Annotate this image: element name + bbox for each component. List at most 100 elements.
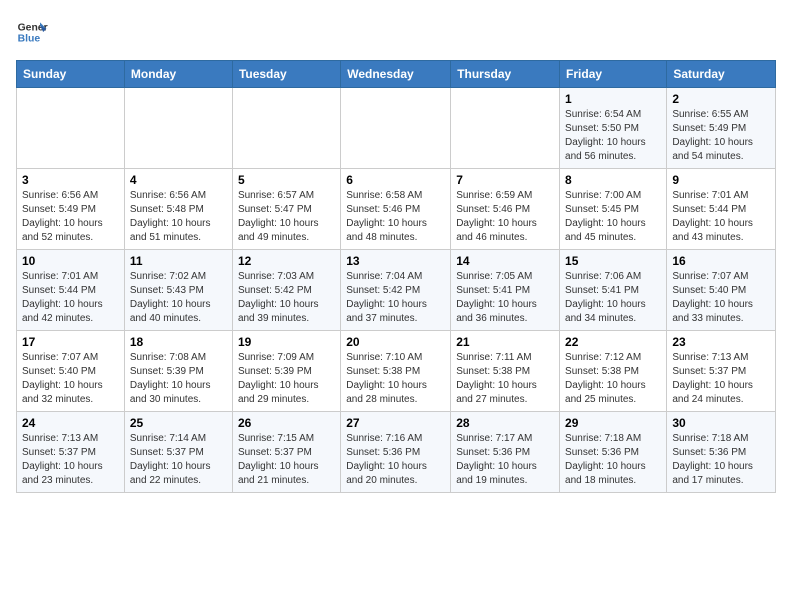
day-info: Sunrise: 7:13 AM Sunset: 5:37 PM Dayligh… xyxy=(22,432,119,488)
calendar-cell: 7 Sunrise: 6:59 AM Sunset: 5:46 PM Daylig… xyxy=(451,169,560,250)
day-info: Sunrise: 7:01 AM Sunset: 5:44 PM Dayligh… xyxy=(22,270,119,326)
calendar-header-row: SundayMondayTuesdayWednesdayThursdayFrid… xyxy=(17,61,776,88)
calendar-cell: 9 Sunrise: 7:01 AM Sunset: 5:44 PM Daylig… xyxy=(667,169,776,250)
calendar-cell: 21Sunrise: 7:11 AM Sunset: 5:38 PM Dayli… xyxy=(451,331,560,412)
day-number: 4 xyxy=(130,173,227,187)
calendar-cell xyxy=(124,88,232,169)
day-info: Sunrise: 7:15 AM Sunset: 5:37 PM Dayligh… xyxy=(238,432,335,488)
calendar-week-row: 10Sunrise: 7:01 AM Sunset: 5:44 PM Dayli… xyxy=(17,250,776,331)
calendar-cell xyxy=(451,88,560,169)
day-info: Sunrise: 6:58 AM Sunset: 5:46 PM Dayligh… xyxy=(346,189,445,245)
weekday-header: Monday xyxy=(124,61,232,88)
day-info: Sunrise: 7:16 AM Sunset: 5:36 PM Dayligh… xyxy=(346,432,445,488)
day-info: Sunrise: 7:01 AM Sunset: 5:44 PM Dayligh… xyxy=(672,189,770,245)
day-number: 9 xyxy=(672,173,770,187)
day-info: Sunrise: 6:54 AM Sunset: 5:50 PM Dayligh… xyxy=(565,108,661,164)
svg-text:Blue: Blue xyxy=(18,34,41,45)
calendar-week-row: 17 Sunrise: 7:07 AM Sunset: 5:40 PM Dayli… xyxy=(17,331,776,412)
weekday-header: Wednesday xyxy=(341,61,451,88)
calendar-cell: 30 Sunrise: 7:18 AM Sunset: 5:36 PM Dayli… xyxy=(667,412,776,493)
calendar-cell: 18 Sunrise: 7:08 AM Sunset: 5:39 PM Dayli… xyxy=(124,331,232,412)
day-number: 3 xyxy=(22,173,119,187)
calendar-cell: 26 Sunrise: 7:15 AM Sunset: 5:37 PM Dayli… xyxy=(232,412,340,493)
day-info: Sunrise: 6:59 AM Sunset: 5:46 PM Dayligh… xyxy=(456,189,554,245)
day-number: 28 xyxy=(456,416,554,430)
day-number: 12 xyxy=(238,254,335,268)
day-number: 19 xyxy=(238,335,335,349)
day-number: 23 xyxy=(672,335,770,349)
day-info: Sunrise: 7:07 AM Sunset: 5:40 PM Dayligh… xyxy=(22,351,119,407)
day-info: Sunrise: 7:13 AM Sunset: 5:37 PM Dayligh… xyxy=(672,351,770,407)
day-number: 26 xyxy=(238,416,335,430)
day-number: 25 xyxy=(130,416,227,430)
day-info: Sunrise: 7:14 AM Sunset: 5:37 PM Dayligh… xyxy=(130,432,227,488)
day-number: 8 xyxy=(565,173,661,187)
calendar-cell: 28 Sunrise: 7:17 AM Sunset: 5:36 PM Dayli… xyxy=(451,412,560,493)
day-number: 22 xyxy=(565,335,661,349)
calendar-cell: 2Sunrise: 6:55 AM Sunset: 5:49 PM Daylig… xyxy=(667,88,776,169)
day-number: 13 xyxy=(346,254,445,268)
day-info: Sunrise: 7:05 AM Sunset: 5:41 PM Dayligh… xyxy=(456,270,554,326)
calendar-cell: 6 Sunrise: 6:58 AM Sunset: 5:46 PM Daylig… xyxy=(341,169,451,250)
calendar-cell: 17 Sunrise: 7:07 AM Sunset: 5:40 PM Dayli… xyxy=(17,331,125,412)
calendar-cell: 19 Sunrise: 7:09 AM Sunset: 5:39 PM Dayli… xyxy=(232,331,340,412)
calendar-cell: 1 Sunrise: 6:54 AM Sunset: 5:50 PM Daylig… xyxy=(560,88,667,169)
calendar-cell: 23 Sunrise: 7:13 AM Sunset: 5:37 PM Dayli… xyxy=(667,331,776,412)
calendar-cell: 15 Sunrise: 7:06 AM Sunset: 5:41 PM Dayli… xyxy=(560,250,667,331)
day-info: Sunrise: 7:18 AM Sunset: 5:36 PM Dayligh… xyxy=(565,432,661,488)
day-number: 5 xyxy=(238,173,335,187)
day-number: 27 xyxy=(346,416,445,430)
day-number: 21 xyxy=(456,335,554,349)
day-number: 18 xyxy=(130,335,227,349)
logo: General Blue xyxy=(16,16,48,48)
calendar-cell xyxy=(341,88,451,169)
calendar-cell: 20 Sunrise: 7:10 AM Sunset: 5:38 PM Dayli… xyxy=(341,331,451,412)
day-number: 30 xyxy=(672,416,770,430)
day-info: Sunrise: 6:57 AM Sunset: 5:47 PM Dayligh… xyxy=(238,189,335,245)
day-number: 17 xyxy=(22,335,119,349)
calendar-cell: 11Sunrise: 7:02 AM Sunset: 5:43 PM Dayli… xyxy=(124,250,232,331)
calendar-cell: 25 Sunrise: 7:14 AM Sunset: 5:37 PM Dayli… xyxy=(124,412,232,493)
day-info: Sunrise: 7:00 AM Sunset: 5:45 PM Dayligh… xyxy=(565,189,661,245)
calendar-cell xyxy=(17,88,125,169)
day-info: Sunrise: 6:56 AM Sunset: 5:49 PM Dayligh… xyxy=(22,189,119,245)
calendar-cell: 8 Sunrise: 7:00 AM Sunset: 5:45 PM Daylig… xyxy=(560,169,667,250)
day-info: Sunrise: 7:04 AM Sunset: 5:42 PM Dayligh… xyxy=(346,270,445,326)
day-number: 20 xyxy=(346,335,445,349)
day-number: 7 xyxy=(456,173,554,187)
day-number: 24 xyxy=(22,416,119,430)
weekday-header: Friday xyxy=(560,61,667,88)
day-info: Sunrise: 7:17 AM Sunset: 5:36 PM Dayligh… xyxy=(456,432,554,488)
day-info: Sunrise: 7:09 AM Sunset: 5:39 PM Dayligh… xyxy=(238,351,335,407)
calendar-cell: 5 Sunrise: 6:57 AM Sunset: 5:47 PM Daylig… xyxy=(232,169,340,250)
calendar-cell: 3 Sunrise: 6:56 AM Sunset: 5:49 PM Daylig… xyxy=(17,169,125,250)
logo-icon: General Blue xyxy=(16,16,48,48)
page-header: General Blue xyxy=(16,16,776,48)
day-info: Sunrise: 7:06 AM Sunset: 5:41 PM Dayligh… xyxy=(565,270,661,326)
day-info: Sunrise: 7:18 AM Sunset: 5:36 PM Dayligh… xyxy=(672,432,770,488)
calendar-cell: 24 Sunrise: 7:13 AM Sunset: 5:37 PM Dayli… xyxy=(17,412,125,493)
calendar-week-row: 3 Sunrise: 6:56 AM Sunset: 5:49 PM Daylig… xyxy=(17,169,776,250)
calendar-cell: 12 Sunrise: 7:03 AM Sunset: 5:42 PM Dayli… xyxy=(232,250,340,331)
day-info: Sunrise: 7:10 AM Sunset: 5:38 PM Dayligh… xyxy=(346,351,445,407)
weekday-header: Sunday xyxy=(17,61,125,88)
weekday-header: Thursday xyxy=(451,61,560,88)
day-number: 6 xyxy=(346,173,445,187)
day-number: 14 xyxy=(456,254,554,268)
calendar-cell: 22Sunrise: 7:12 AM Sunset: 5:38 PM Dayli… xyxy=(560,331,667,412)
calendar-cell: 27 Sunrise: 7:16 AM Sunset: 5:36 PM Dayli… xyxy=(341,412,451,493)
calendar-cell: 4Sunrise: 6:56 AM Sunset: 5:48 PM Daylig… xyxy=(124,169,232,250)
calendar-cell xyxy=(232,88,340,169)
calendar-table: SundayMondayTuesdayWednesdayThursdayFrid… xyxy=(16,60,776,493)
day-info: Sunrise: 7:08 AM Sunset: 5:39 PM Dayligh… xyxy=(130,351,227,407)
day-number: 2 xyxy=(672,92,770,106)
day-number: 16 xyxy=(672,254,770,268)
day-info: Sunrise: 7:03 AM Sunset: 5:42 PM Dayligh… xyxy=(238,270,335,326)
calendar-cell: 29Sunrise: 7:18 AM Sunset: 5:36 PM Dayli… xyxy=(560,412,667,493)
day-number: 1 xyxy=(565,92,661,106)
weekday-header: Saturday xyxy=(667,61,776,88)
calendar-cell: 10Sunrise: 7:01 AM Sunset: 5:44 PM Dayli… xyxy=(17,250,125,331)
calendar-week-row: 1 Sunrise: 6:54 AM Sunset: 5:50 PM Daylig… xyxy=(17,88,776,169)
weekday-header: Tuesday xyxy=(232,61,340,88)
day-number: 15 xyxy=(565,254,661,268)
